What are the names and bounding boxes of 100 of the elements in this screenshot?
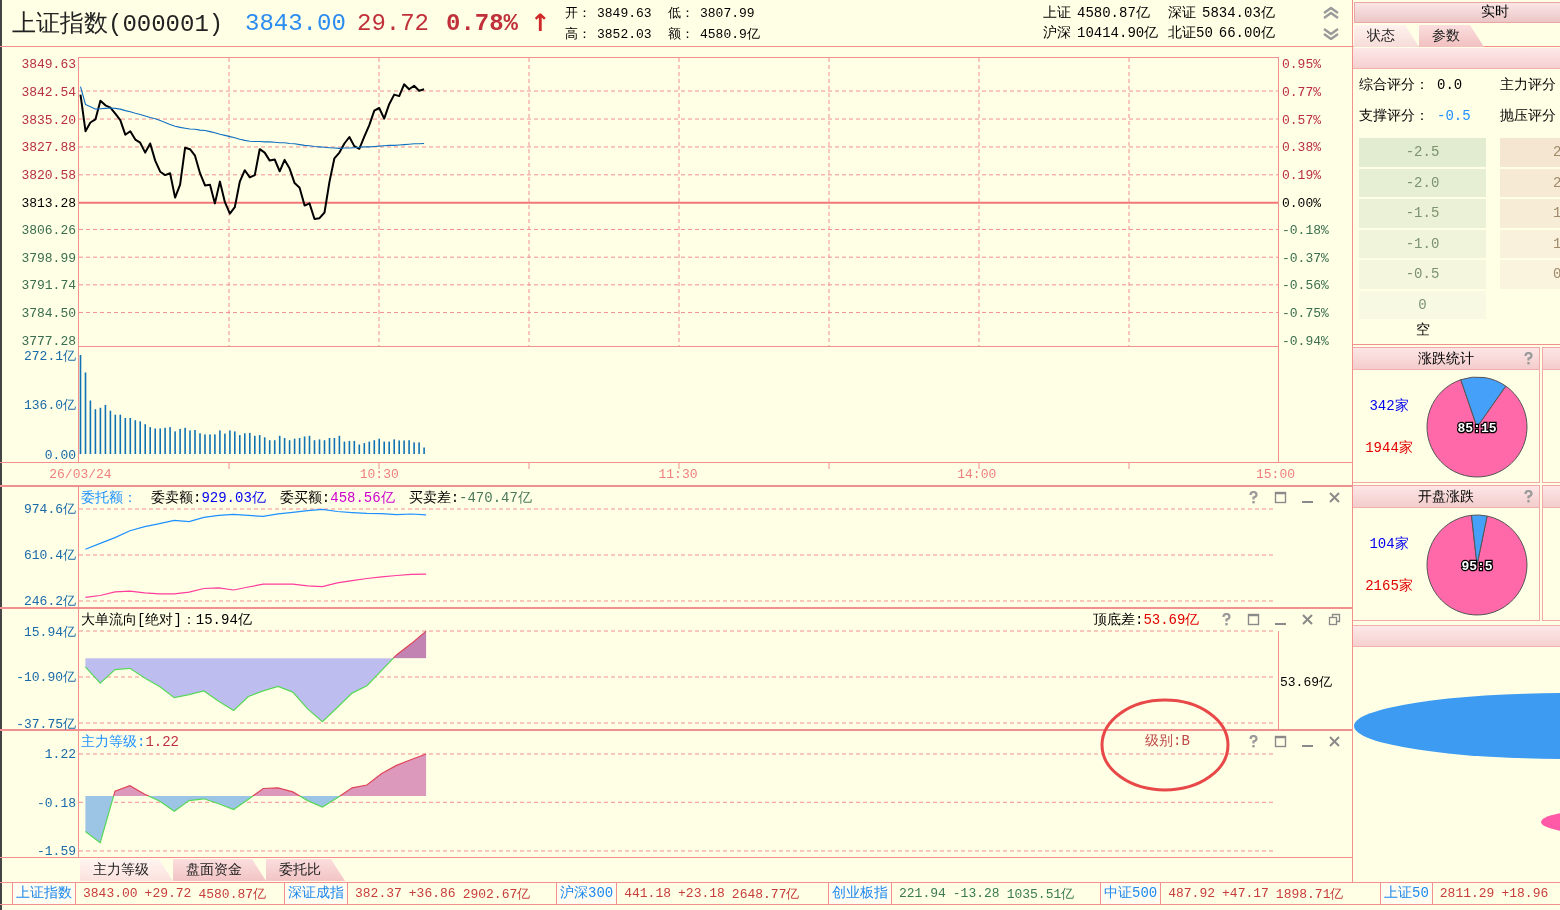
indicator-label: 主力等级: <box>81 732 146 751</box>
stat-label: 额： <box>668 26 694 42</box>
price-axis-label: 3813.28 <box>21 196 76 212</box>
indicator-axis-label: 1.22 <box>44 747 76 763</box>
time-label: 26/03/24 <box>49 467 112 482</box>
percent-axis-label: 0.38% <box>1282 140 1321 156</box>
indicator-label: 委卖额: <box>151 488 202 507</box>
ticker-value: 1035.51亿 <box>1006 885 1075 903</box>
price-axis-label: 3791.74 <box>21 278 76 294</box>
gauge-cell: 1 <box>1500 229 1560 258</box>
gauge-cell: -2.0 <box>1359 168 1486 197</box>
percent-axis-label: 0.57% <box>1282 112 1321 128</box>
ticker-value: 221.94 <box>899 886 946 901</box>
gauge-cell: 1 <box>1500 199 1560 228</box>
ticker-value: 487.92 <box>1168 886 1216 901</box>
indicator-axis-label: -10.90亿 <box>16 670 76 686</box>
indicator-axis-label: -1.59 <box>37 844 76 858</box>
stat-label: 开： <box>565 5 591 21</box>
panel-title: 涨跌统计 <box>1418 349 1474 368</box>
stat-value: 4580.9亿 <box>700 26 760 42</box>
score-value: -0.5 <box>1437 107 1471 124</box>
ticker-value: +47.17 <box>1222 886 1269 901</box>
percent-axis-label: -0.56% <box>1282 278 1329 294</box>
percent-axis-label: -0.37% <box>1282 250 1329 266</box>
indicator-label: 买卖差: <box>408 488 460 507</box>
percent-axis-label: -0.18% <box>1282 222 1329 238</box>
price-axis-label: 3827.88 <box>21 140 76 156</box>
indicator-label: 委买额: <box>279 488 331 507</box>
ticker-value: 2811.29 <box>1439 886 1495 901</box>
gauge-cell: -1.0 <box>1359 229 1486 258</box>
indicator-value: -470.47亿 <box>459 488 532 507</box>
percent-axis-label: -0.75% <box>1282 305 1329 321</box>
ticker-value: 4580.87亿 <box>198 885 267 903</box>
price-change: 29.72 <box>357 9 430 37</box>
volume-axis-label: 272.1亿 <box>24 348 76 364</box>
ticker-value: 382.37 <box>355 886 402 901</box>
time-label: 14:00 <box>957 467 997 482</box>
stat-label: 高： <box>565 26 591 42</box>
percent-axis-label: -0.94% <box>1282 333 1329 349</box>
volume-axis-label: 0.00 <box>44 447 76 463</box>
score-label: 主力评分 <box>1500 76 1556 93</box>
price-axis-label: 3842.54 <box>21 84 76 100</box>
indicator-value: 458.56亿 <box>330 488 395 507</box>
percent-axis-label: 0.77% <box>1282 84 1321 100</box>
turnover-value: 66.00亿 <box>1218 25 1275 41</box>
price-axis-label: 3820.58 <box>21 168 76 184</box>
market-label: 深证 <box>1168 5 1196 21</box>
score-label: 抛压评分 <box>1500 107 1556 124</box>
ticker-value: +36.86 <box>408 886 456 901</box>
grade-label: 级别:B <box>1145 733 1190 750</box>
ticker-value: 3843.00 <box>83 886 138 901</box>
panel-title: 开盘涨跌 <box>1418 487 1474 506</box>
time-label: 10:30 <box>359 467 399 482</box>
fall-count: 342家 <box>1369 396 1409 415</box>
turnover-value: 4580.87亿 <box>1077 5 1150 21</box>
percent-axis-label: 0.95% <box>1282 57 1321 73</box>
indicator-axis-label: 15.94亿 <box>24 624 76 640</box>
ticker-value: +23.18 <box>678 886 725 901</box>
turnover-value: 5834.03亿 <box>1202 5 1275 21</box>
volume-axis-label: 136.0亿 <box>24 398 76 413</box>
gauge-caption: 空 <box>1414 321 1431 340</box>
indicator-value: 929.03亿 <box>201 488 266 507</box>
gauge-cell: 0 <box>1359 290 1486 319</box>
gauge-cell: 2 <box>1500 138 1560 167</box>
ratio-label: 95:5 <box>1461 558 1493 574</box>
price-axis-label: 3784.50 <box>21 305 76 321</box>
indicator-value: 15.94亿 <box>195 610 252 629</box>
score-value: 0.0 <box>1437 76 1463 93</box>
stat-value: 3852.03 <box>597 26 652 42</box>
panel-title: 实时 <box>1354 2 1560 23</box>
axis-value-label: 53.69亿 <box>1280 674 1332 690</box>
trend-arrow: ↑ <box>530 9 552 37</box>
gauge-cell: -0.5 <box>1359 260 1486 289</box>
indicator-axis-label: -37.75亿 <box>16 716 76 730</box>
ticker-value: +29.72 <box>144 886 192 901</box>
price-axis-label: 3777.28 <box>21 333 76 349</box>
market-label: 上证 <box>1043 5 1071 21</box>
indicator-axis-label: 974.6亿 <box>24 502 76 518</box>
market-label: 沪深 <box>1043 25 1071 41</box>
indicator-axis-label: 610.4亿 <box>24 548 76 564</box>
time-label: 15:00 <box>1256 467 1295 482</box>
price-axis-label: 3835.20 <box>21 112 76 128</box>
indicator-label: 大单流向[绝对]： <box>81 610 196 629</box>
ratio-label: 85:15 <box>1457 420 1497 436</box>
indicator-axis-label: -0.18 <box>37 795 76 811</box>
indicator-value: 1.22 <box>145 733 179 750</box>
ticker-value: 441.18 <box>624 886 672 901</box>
indicator-label: 委托额： <box>81 488 137 507</box>
ticker-value: +18.96 <box>1501 886 1549 901</box>
ticker-value: 1898.71亿 <box>1275 885 1344 903</box>
turnover-value: 10414.90亿 <box>1077 25 1159 41</box>
score-label: 支撑评分： <box>1359 107 1429 124</box>
ticker-value: -13.28 <box>952 886 1000 901</box>
gauge-cell: -2.5 <box>1359 138 1486 167</box>
indicator-label: 顶底差: <box>1093 610 1144 629</box>
rise-count: 1944家 <box>1365 438 1413 457</box>
price-axis-label: 3798.99 <box>21 250 76 266</box>
gauge-cell: -1.5 <box>1359 199 1486 228</box>
market-label: 北证50 <box>1168 25 1213 41</box>
percent-axis-label: 0.00% <box>1282 196 1321 212</box>
